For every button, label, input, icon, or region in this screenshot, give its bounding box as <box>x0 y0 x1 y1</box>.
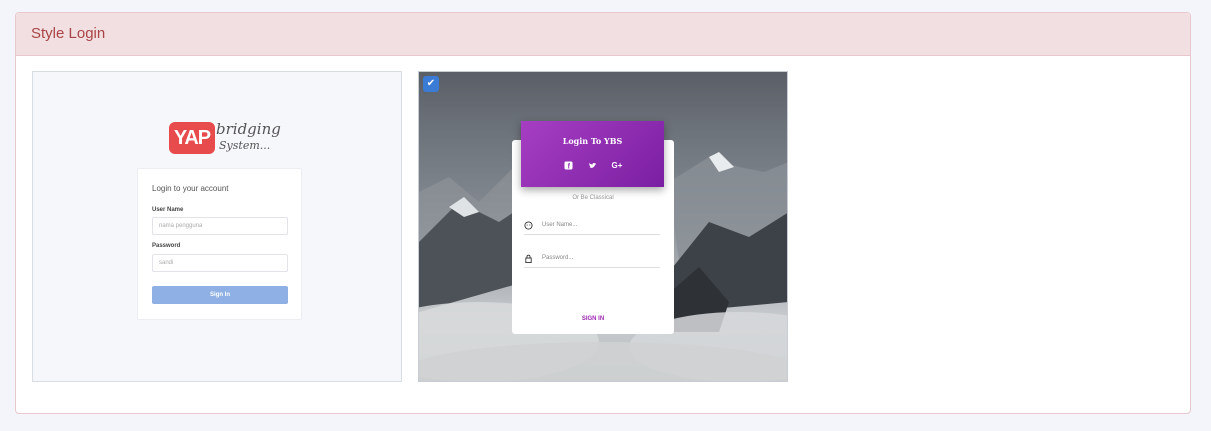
logo-yap-mark: YAP <box>169 122 215 154</box>
login-form-preview-1: Login to your account User Name nama pen… <box>137 168 302 320</box>
username-label: User Name <box>152 207 184 213</box>
panel-heading: Style Login <box>16 13 1190 56</box>
sign-in-button-preview: Sign In <box>152 286 288 304</box>
password-label: Password <box>152 243 181 249</box>
username-placeholder: User Name... <box>542 222 578 228</box>
google-plus-icon: G+ <box>611 161 623 170</box>
password-field-preview: sandi <box>152 254 288 272</box>
login-form-title: Login to your account <box>152 184 229 193</box>
login-form-header: Login To YBS f G+ <box>521 121 664 187</box>
twitter-icon <box>587 161 597 171</box>
selected-check-icon: ✔ <box>423 76 439 92</box>
password-field-preview: Password... <box>524 254 660 268</box>
password-placeholder: Password... <box>542 255 574 261</box>
logo-text-system: System... <box>219 139 271 152</box>
logo-text-bridging: bridging <box>216 120 281 138</box>
login-style-option-1[interactable]: YAP bridging System... Login to your acc… <box>32 71 402 382</box>
style-login-panel: Style Login YAP bridging System... Login… <box>15 12 1191 414</box>
username-field-preview: nama pengguna <box>152 217 288 235</box>
username-field-preview: User Name... <box>524 221 660 235</box>
sign-in-button-preview: SIGN IN <box>581 316 605 322</box>
yap-bridging-logo: YAP bridging System... <box>169 120 281 158</box>
lock-icon <box>525 254 532 263</box>
or-classical-text: Or Be Classical <box>572 195 614 201</box>
login-form-title: Login To YBS <box>562 136 623 146</box>
login-style-option-2[interactable]: ✔ Or Be Classical User Name... Password.… <box>418 71 788 382</box>
face-icon <box>524 221 533 230</box>
panel-title: Style Login <box>31 25 106 42</box>
facebook-icon: f <box>563 161 573 171</box>
